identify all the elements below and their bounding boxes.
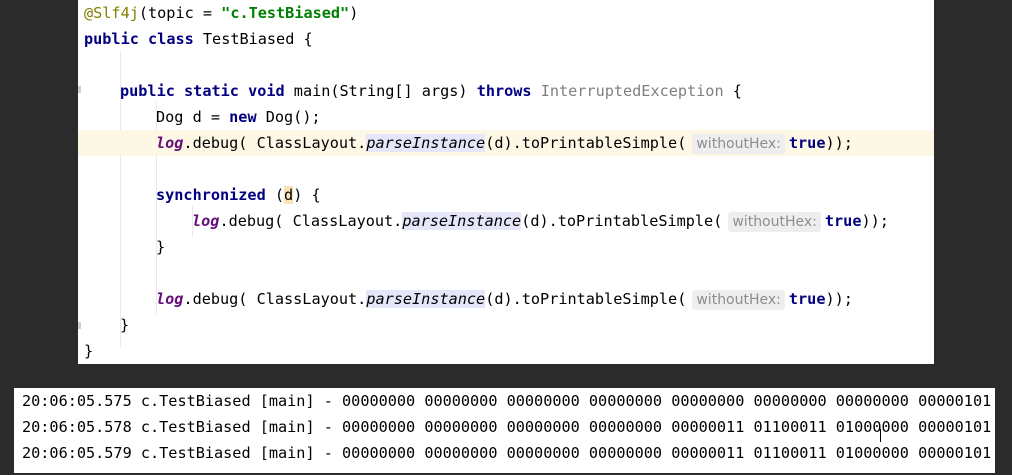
exception-type: InterruptedException bbox=[540, 82, 724, 100]
code-line[interactable]: synchronized (d) { bbox=[78, 182, 934, 208]
log-variable: log bbox=[156, 290, 184, 308]
parameter-hint: withoutHex: bbox=[692, 290, 785, 310]
console-line: 20:06:05.579 c.TestBiased [main] - 00000… bbox=[22, 444, 992, 462]
method-parse-instance: parseInstance bbox=[402, 212, 522, 230]
class-name: TestBiased bbox=[202, 30, 295, 48]
log-variable: log bbox=[156, 134, 184, 152]
code-line[interactable]: } bbox=[78, 234, 934, 260]
main-signature: main(String[] args) bbox=[293, 82, 468, 100]
log-variable: log bbox=[192, 212, 220, 230]
method-parse-instance: parseInstance bbox=[366, 290, 486, 308]
code-line[interactable]: public static void main(String[] args) t… bbox=[78, 78, 934, 104]
topic-string: "c.TestBiased" bbox=[221, 4, 350, 22]
code-line[interactable]: log.debug( ClassLayout.parseInstance(d).… bbox=[78, 286, 934, 312]
code-line[interactable]: log.debug( ClassLayout.parseInstance(d).… bbox=[78, 208, 934, 234]
console-line: 20:06:05.578 c.TestBiased [main] - 00000… bbox=[22, 418, 992, 436]
code-editor[interactable]: @Slf4j(topic = "c.TestBiased") public cl… bbox=[78, 0, 934, 364]
code-line[interactable]: @Slf4j(topic = "c.TestBiased") bbox=[78, 0, 934, 26]
code-line[interactable]: Dog d = new Dog(); bbox=[78, 104, 934, 130]
console-line: 20:06:05.575 c.TestBiased [main] - 00000… bbox=[22, 392, 992, 410]
text-cursor-icon bbox=[880, 429, 881, 442]
sync-variable: d bbox=[284, 186, 294, 204]
code-line[interactable]: } bbox=[78, 312, 934, 338]
code-line[interactable]: public class TestBiased { bbox=[78, 26, 934, 52]
method-parse-instance: parseInstance bbox=[366, 134, 486, 152]
parameter-hint: withoutHex: bbox=[728, 212, 821, 232]
code-line[interactable]: } bbox=[78, 338, 934, 364]
current-code-line[interactable]: log.debug( ClassLayout.parseInstance(d).… bbox=[78, 130, 934, 156]
console-output[interactable]: 20:06:05.575 c.TestBiased [main] - 00000… bbox=[14, 388, 995, 473]
parameter-hint: withoutHex: bbox=[692, 134, 785, 154]
annotation: @Slf4j bbox=[84, 4, 139, 22]
